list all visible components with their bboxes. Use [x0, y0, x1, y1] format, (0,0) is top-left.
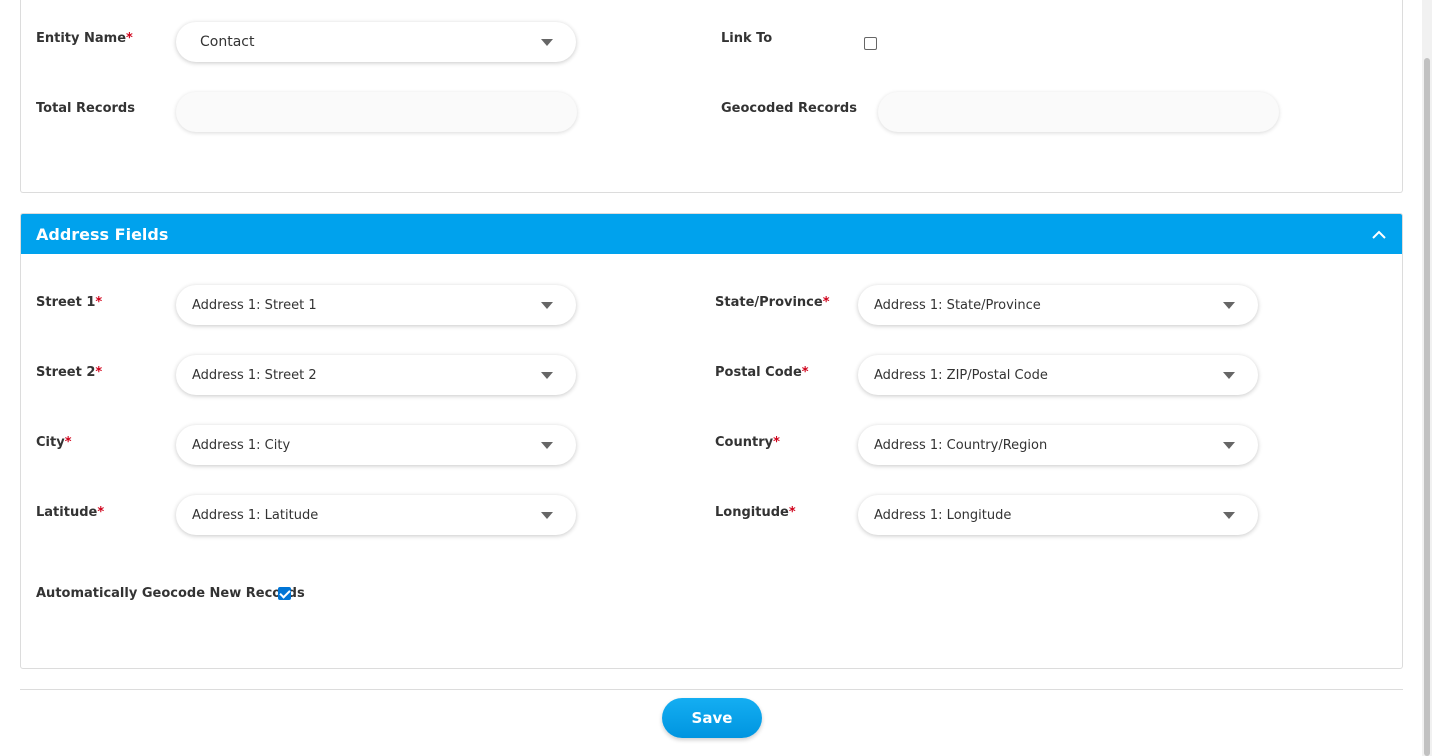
link-to-checkbox[interactable]: [864, 37, 877, 50]
country-value: Address 1: Country/Region: [874, 437, 1048, 453]
required-marker: *: [95, 295, 103, 310]
street2-value: Address 1: Street 2: [192, 367, 317, 383]
latitude-label: Latitude*: [36, 505, 105, 520]
chevron-down-icon: [1223, 302, 1235, 309]
page-scrollbar[interactable]: [1422, 0, 1432, 756]
footer-divider: [20, 689, 1403, 690]
postal-code-label: Postal Code*: [715, 365, 809, 380]
entity-panel: Entity Name* Contact Link To Total Recor…: [20, 0, 1403, 193]
state-select[interactable]: Address 1: State/Province: [858, 285, 1258, 325]
required-marker: *: [97, 505, 105, 520]
chevron-down-icon: [541, 372, 553, 379]
street1-value: Address 1: Street 1: [192, 297, 317, 313]
chevron-down-icon: [541, 302, 553, 309]
required-marker: *: [64, 435, 72, 450]
save-button[interactable]: Save: [662, 698, 762, 738]
required-marker: *: [95, 365, 103, 380]
city-label: City*: [36, 435, 72, 450]
chevron-down-icon: [1223, 512, 1235, 519]
required-marker: *: [822, 295, 830, 310]
postal-code-value: Address 1: ZIP/Postal Code: [874, 367, 1048, 383]
street1-label: Street 1*: [36, 295, 103, 310]
panel-title: Address Fields: [36, 225, 169, 244]
geocoded-records-input[interactable]: [878, 92, 1279, 132]
street2-label: Street 2*: [36, 365, 103, 380]
required-marker: *: [773, 435, 780, 450]
total-records-label: Total Records: [36, 101, 135, 116]
link-to-label: Link To: [721, 31, 773, 46]
scrollbar-thumb[interactable]: [1424, 58, 1430, 756]
postal-code-select[interactable]: Address 1: ZIP/Postal Code: [858, 355, 1258, 395]
country-label: Country*: [715, 435, 780, 450]
address-fields-header[interactable]: Address Fields: [21, 214, 1402, 254]
chevron-down-icon: [541, 512, 553, 519]
chevron-down-icon: [541, 39, 553, 46]
street1-select[interactable]: Address 1: Street 1: [176, 285, 576, 325]
state-label: State/Province*: [715, 295, 830, 310]
chevron-down-icon: [1223, 372, 1235, 379]
address-fields-panel: Address Fields Street 1* Address 1: Stre…: [20, 213, 1403, 669]
required-marker: *: [788, 505, 796, 520]
geocoded-records-label: Geocoded Records: [721, 101, 857, 116]
city-select[interactable]: Address 1: City: [176, 425, 576, 465]
total-records-input[interactable]: [176, 92, 577, 132]
longitude-label: Longitude*: [715, 505, 796, 520]
street2-select[interactable]: Address 1: Street 2: [176, 355, 576, 395]
required-marker: *: [801, 365, 809, 380]
geocode-settings-page: Entity Name* Contact Link To Total Recor…: [0, 0, 1432, 756]
longitude-value: Address 1: Longitude: [874, 507, 1012, 523]
required-marker: *: [126, 31, 133, 46]
entity-name-select[interactable]: Contact: [176, 22, 576, 62]
auto-geocode-label: Automatically Geocode New Records: [36, 586, 305, 601]
chevron-down-icon: [1223, 442, 1235, 449]
city-value: Address 1: City: [192, 437, 291, 453]
country-select[interactable]: Address 1: Country/Region: [858, 425, 1258, 465]
latitude-value: Address 1: Latitude: [192, 507, 319, 523]
chevron-down-icon: [541, 442, 553, 449]
entity-name-label: Entity Name*: [36, 31, 133, 46]
chevron-up-icon[interactable]: [1372, 228, 1386, 242]
longitude-select[interactable]: Address 1: Longitude: [858, 495, 1258, 535]
auto-geocode-checkbox[interactable]: [278, 587, 291, 600]
state-value: Address 1: State/Province: [874, 297, 1041, 313]
entity-name-value: Contact: [200, 34, 255, 50]
latitude-select[interactable]: Address 1: Latitude: [176, 495, 576, 535]
